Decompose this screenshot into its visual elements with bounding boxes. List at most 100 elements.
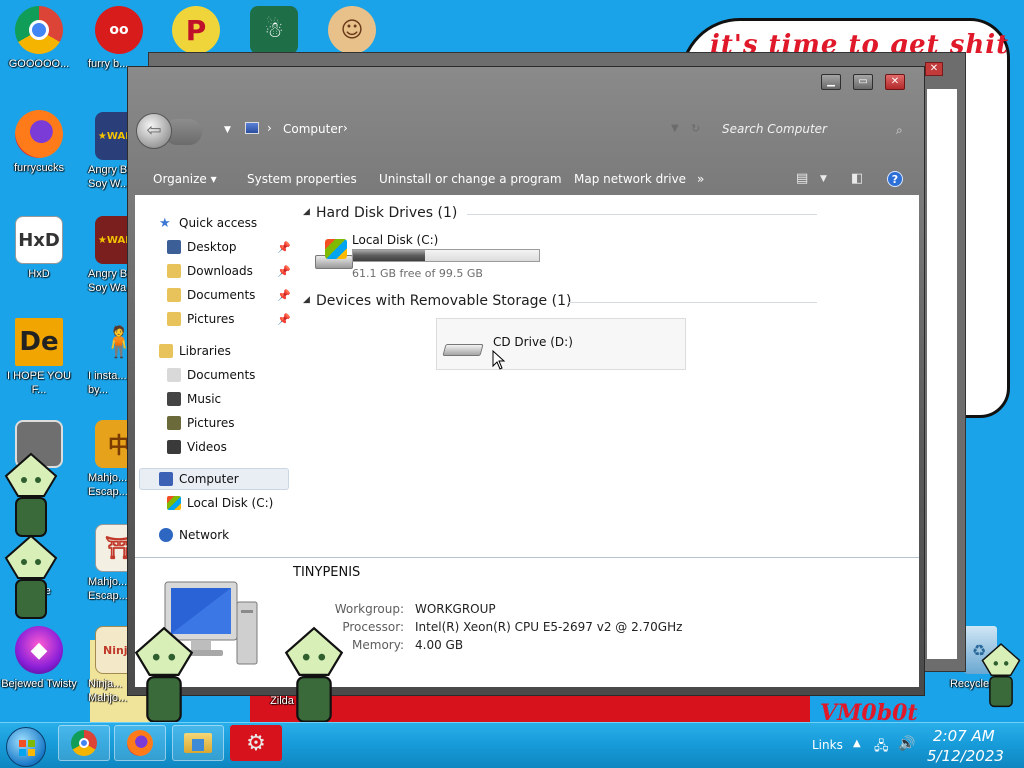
group-header-removable-storage[interactable]: Devices with Removable Storage (1): [316, 293, 571, 309]
chrome-icon: [15, 6, 63, 54]
sidebar-item-label: Documents: [187, 288, 256, 302]
bejeweled-icon: ◆: [15, 626, 63, 674]
sidebar-item-label: Network: [179, 528, 230, 542]
command-bar: Organize ▾ System properties Uninstall o…: [128, 163, 924, 195]
taskbar-explorer[interactable]: [172, 725, 224, 761]
star-icon: ★: [159, 216, 171, 231]
sidebar-item-label: Desktop: [187, 240, 237, 254]
sidebar-item-lib-pictures[interactable]: Pictures: [167, 413, 235, 433]
network-icon: [159, 528, 173, 542]
sidebar-item-computer[interactable]: Computer: [159, 469, 239, 489]
file-list-pane: ◢ Hard Disk Drives (1) Local Disk (C:) 6…: [295, 195, 919, 557]
windows-drive-icon: [167, 496, 181, 510]
sidebar-item-desktop[interactable]: Desktop: [167, 237, 237, 257]
links-toolbar[interactable]: Links: [812, 738, 843, 752]
desktop-icon-bejeweled[interactable]: ◆ Bejewed Twisty: [0, 626, 78, 691]
christmas-app-icon: ☃: [250, 6, 298, 54]
minimize-button[interactable]: ▁: [821, 74, 841, 90]
old-man-icon: ☺: [328, 6, 376, 54]
navigation-pane: ★ Quick access Desktop 📌 Downloads 📌 Doc…: [135, 195, 295, 557]
collapse-arrow-icon[interactable]: ◢: [303, 295, 310, 305]
sidebar-item-lib-documents[interactable]: Documents: [167, 365, 255, 385]
refresh-icon[interactable]: ↻: [691, 122, 700, 135]
character-sprite: [4, 452, 58, 537]
sidebar-item-label: Pictures: [187, 416, 235, 430]
maximize-button[interactable]: ▭: [853, 74, 873, 90]
explorer-icon: [184, 733, 212, 753]
desktop-icon-chrome[interactable]: GOOOOO...: [0, 6, 78, 71]
pin-icon[interactable]: 📌: [277, 265, 291, 278]
preview-pane-icon[interactable]: ◧: [851, 171, 863, 186]
folder-icon: [167, 288, 181, 302]
recent-pages-dropdown[interactable]: ▼: [224, 125, 231, 135]
local-disk-name[interactable]: Local Disk (C:): [352, 233, 438, 247]
desktop-icon-firefox[interactable]: furrycucks: [0, 110, 78, 175]
uninstall-program-button[interactable]: Uninstall or change a program: [379, 172, 562, 186]
pin-icon[interactable]: 📌: [277, 241, 291, 254]
close-button[interactable]: ✕: [885, 74, 905, 90]
system-properties-button[interactable]: System properties: [247, 172, 357, 186]
group-divider: [569, 302, 817, 303]
network-tray-icon[interactable]: 🖧: [874, 737, 889, 759]
show-hidden-icons-icon[interactable]: ▲: [853, 738, 861, 749]
sidebar-item-downloads[interactable]: Downloads: [167, 261, 253, 281]
sidebar-item-label: Quick access: [179, 216, 258, 230]
sidebar-item-pictures[interactable]: Pictures: [167, 309, 235, 329]
sidebar-item-label: Downloads: [187, 264, 253, 278]
breadcrumb-separator-2[interactable]: ›: [343, 121, 348, 135]
collapse-arrow-icon[interactable]: ◢: [303, 207, 310, 217]
chrome-icon: [71, 730, 97, 756]
view-options-icon[interactable]: ▤: [796, 171, 808, 186]
back-button[interactable]: ⇦: [136, 113, 172, 149]
desktop-icon-christmas-app[interactable]: ☃: [235, 6, 313, 57]
taskbar-firefox[interactable]: [114, 725, 166, 761]
breadcrumb-separator[interactable]: ›: [267, 121, 272, 135]
group-header-hard-disk-drives[interactable]: Hard Disk Drives (1): [316, 205, 457, 221]
sidebar-item-documents[interactable]: Documents: [167, 285, 255, 305]
start-button[interactable]: [6, 727, 46, 767]
cd-drive-name[interactable]: CD Drive (D:): [493, 335, 573, 349]
sidebar-item-lib-videos[interactable]: Videos: [167, 437, 227, 457]
back-arrow-icon: ⇦: [146, 120, 162, 141]
processor-value: Intel(R) Xeon(R) CPU E5-2697 v2 @ 2.70GH…: [415, 620, 683, 634]
pictures-icon: [167, 416, 181, 430]
view-dropdown-icon[interactable]: ▼: [820, 174, 827, 184]
organize-button[interactable]: Organize ▾: [153, 172, 217, 186]
sidebar-item-quick-access[interactable]: ★ Quick access: [159, 213, 257, 233]
desktop-icon-p-app[interactable]: P: [157, 6, 235, 57]
desktop-icon-hxd[interactable]: HxD HxD: [0, 216, 78, 281]
breadcrumb-computer[interactable]: Computer: [283, 122, 343, 136]
taskbar-settings[interactable]: ⚙: [230, 725, 282, 761]
desktop-icon-de[interactable]: De I HOPE YOU F...: [0, 318, 78, 397]
background-window-content: [927, 89, 957, 659]
de-icon: De: [15, 318, 63, 366]
sidebar-item-network[interactable]: Network: [159, 525, 229, 545]
library-icon: [159, 344, 173, 358]
desktop-icon-old-man[interactable]: ☺: [313, 6, 391, 57]
pin-icon[interactable]: 📌: [277, 289, 291, 302]
explorer-window[interactable]: ▁ ▭ ✕ ⇦ ▼ › Computer › ▼ ↻ Search Comput…: [127, 66, 925, 696]
sidebar-item-label: Documents: [187, 368, 256, 382]
background-window-close-button[interactable]: ✕: [925, 62, 943, 76]
address-dropdown-icon[interactable]: ▼: [671, 123, 679, 134]
help-icon[interactable]: ?: [887, 171, 903, 187]
map-network-drive-button[interactable]: Map network drive: [574, 172, 686, 186]
character-sprite: [4, 534, 58, 619]
furry-ball-icon: oo: [95, 6, 143, 54]
search-icon[interactable]: ⌕: [896, 123, 903, 138]
clock-date[interactable]: 5/12/2023: [927, 747, 1004, 765]
character-sprite: [981, 643, 1021, 708]
more-commands-button[interactable]: »: [697, 172, 704, 186]
details-pane: TINYPENIS Workgroup: WORKGROUP Processor…: [135, 557, 919, 687]
desktop-icon-furry-ball[interactable]: oo furry b...: [80, 6, 158, 71]
search-input[interactable]: Search Computer: [722, 122, 827, 136]
clock-time[interactable]: 2:07 AM: [933, 727, 995, 745]
pin-icon[interactable]: 📌: [277, 313, 291, 326]
sidebar-item-libraries[interactable]: Libraries: [159, 341, 231, 361]
sidebar-item-lib-music[interactable]: Music: [167, 389, 221, 409]
computer-name: TINYPENIS: [293, 565, 361, 580]
taskbar-chrome[interactable]: [58, 725, 110, 761]
volume-icon[interactable]: 🔊: [898, 736, 915, 752]
sidebar-item-local-disk[interactable]: Local Disk (C:): [167, 493, 273, 513]
settings-icon: ⚙: [246, 730, 266, 756]
